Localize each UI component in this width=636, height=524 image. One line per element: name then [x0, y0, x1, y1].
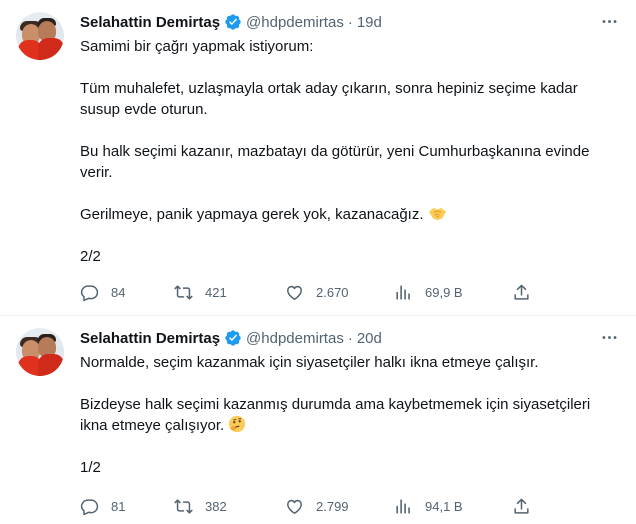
tweet-paragraph-with-emoji: Gerilmeye, panik yapmaya gerek yok, kaza… — [80, 204, 610, 225]
tweet-paragraph: Bu halk seçimi kazanır, mazbatayı da göt… — [80, 143, 590, 181]
retweet-button[interactable]: 421 — [174, 283, 285, 302]
views-button[interactable]: 69,9 B — [394, 283, 512, 302]
author-name[interactable]: Selahattin Demirtaş — [80, 14, 220, 31]
reply-icon — [80, 284, 99, 301]
retweet-count: 421 — [205, 284, 227, 300]
views-count: 69,9 B — [425, 284, 463, 300]
avatar[interactable] — [16, 328, 64, 376]
tweet-actions: 84 421 2.670 69,9 B — [80, 282, 540, 302]
tweet-paragraph-with-emoji: Bizdeyse halk seçimi kazanmış durumda am… — [80, 394, 610, 436]
more-options-icon[interactable] — [598, 10, 620, 32]
retweet-icon — [174, 284, 193, 300]
handshake-emoji-icon — [428, 207, 446, 221]
timestamp[interactable]: 19d — [357, 14, 382, 31]
tweet-paragraph: Tüm muhalefet, uzlaşmayla ortak aday çık… — [80, 80, 578, 118]
author-handle[interactable]: @hdpdemirtas — [246, 14, 344, 31]
separator: · — [347, 329, 353, 347]
tweet-paragraph: Samimi bir çağrı yapmak istiyorum: — [80, 38, 314, 55]
like-count: 2.799 — [316, 498, 349, 514]
views-button[interactable]: 94,1 B — [394, 497, 512, 516]
thread-counter: 1/2 — [80, 459, 101, 476]
views-chart-icon — [396, 498, 410, 514]
like-count: 2.670 — [316, 284, 349, 300]
reply-count: 84 — [111, 284, 126, 300]
reply-button[interactable]: 84 — [80, 283, 174, 302]
tweet-text: Samimi bir çağrı yapmak istiyorum: Tüm m… — [80, 36, 610, 267]
tweet-actions: 81 382 2.799 94,1 B — [80, 496, 540, 516]
more-options-icon[interactable] — [598, 326, 620, 348]
tweet-paragraph: Gerilmeye, panik yapmaya gerek yok, kaza… — [80, 206, 424, 223]
like-button[interactable]: 2.799 — [285, 497, 394, 516]
author-handle[interactable]: @hdpdemirtas — [246, 330, 344, 347]
like-button[interactable]: 2.670 — [285, 283, 394, 302]
avatar[interactable] — [16, 12, 64, 60]
author-name[interactable]: Selahattin Demirtaş — [80, 330, 220, 347]
retweet-icon — [174, 498, 193, 514]
heart-icon — [287, 499, 302, 514]
separator: · — [347, 13, 353, 31]
tweet-paragraph: Bizdeyse halk seçimi kazanmış durumda am… — [80, 396, 591, 434]
verified-badge-icon — [225, 14, 241, 30]
tweet[interactable]: Selahattin Demirtaş @hdpdemirtas · 20d N… — [0, 316, 636, 524]
reply-icon — [80, 498, 99, 515]
views-chart-icon — [396, 284, 410, 300]
views-count: 94,1 B — [425, 498, 463, 514]
tweet-text: Normalde, seçim kazanmak için siyasetçil… — [80, 352, 610, 478]
timestamp[interactable]: 20d — [357, 330, 382, 347]
tweet-paragraph: Normalde, seçim kazanmak için siyasetçil… — [80, 354, 539, 371]
retweet-button[interactable]: 382 — [174, 497, 285, 516]
retweet-count: 382 — [205, 498, 227, 514]
tweet[interactable]: Selahattin Demirtaş @hdpdemirtas · 19d S… — [0, 0, 636, 316]
share-button[interactable] — [512, 283, 532, 302]
tweet-header: Selahattin Demirtaş @hdpdemirtas · 19d — [80, 12, 382, 32]
thread-counter: 2/2 — [80, 248, 101, 265]
reply-button[interactable]: 81 — [80, 497, 174, 516]
thinking-face-emoji-icon — [229, 415, 246, 433]
heart-icon — [287, 285, 302, 300]
share-button[interactable] — [512, 497, 532, 516]
reply-count: 81 — [111, 498, 126, 514]
share-icon — [514, 498, 529, 514]
share-icon — [514, 284, 529, 300]
tweet-header: Selahattin Demirtaş @hdpdemirtas · 20d — [80, 328, 382, 348]
verified-badge-icon — [225, 330, 241, 346]
